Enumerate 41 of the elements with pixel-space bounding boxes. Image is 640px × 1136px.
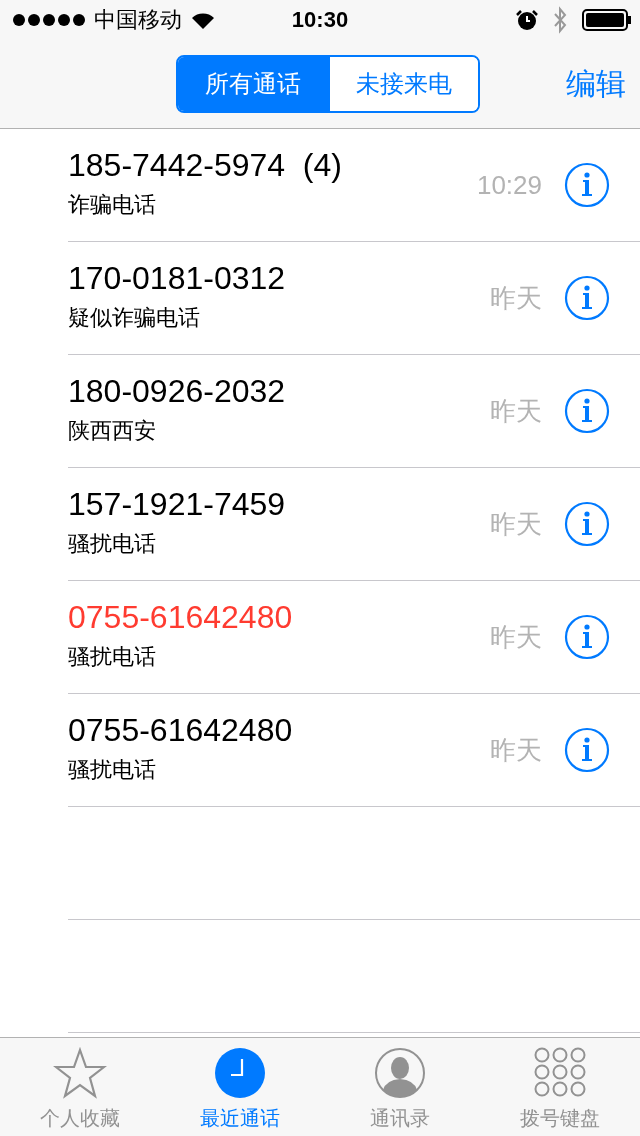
- tab-bar-item[interactable]: 最近通话: [160, 1038, 320, 1136]
- call-label: 诈骗电话: [68, 190, 157, 219]
- clock-icon: [214, 1047, 266, 1099]
- tab-bar-item[interactable]: 拨号键盘: [480, 1038, 640, 1136]
- phone-number: 170-0181-0312: [68, 259, 287, 297]
- segment-tab[interactable]: 所有通话: [178, 57, 328, 111]
- carrier-name: 中国移动: [94, 6, 182, 34]
- call-label: 陕西西安: [68, 416, 157, 445]
- call-time: 昨天: [490, 733, 542, 767]
- signal-icon: [12, 13, 86, 27]
- phone-number: 157-1921-7459: [68, 485, 287, 523]
- info-icon[interactable]: [564, 501, 610, 547]
- call-label: 骚扰电话: [68, 642, 157, 671]
- call-time: 昨天: [490, 394, 542, 428]
- tab-bar-item[interactable]: 个人收藏: [0, 1038, 160, 1136]
- info-icon[interactable]: [564, 727, 610, 773]
- call-time: 昨天: [490, 281, 542, 315]
- edit-button[interactable]: 编辑: [566, 63, 626, 105]
- bluetooth-icon: [552, 6, 568, 34]
- star-icon: [53, 1047, 107, 1099]
- phone-number: 185-7442-5974 (4): [68, 146, 343, 184]
- call-label: 疑似诈骗电话: [68, 303, 201, 332]
- info-icon[interactable]: [564, 275, 610, 321]
- info-icon[interactable]: [564, 614, 610, 660]
- call-time: 10:29: [476, 169, 542, 201]
- segment-tab[interactable]: 未接来电: [328, 57, 478, 111]
- info-icon[interactable]: [564, 388, 610, 434]
- battery-icon: [582, 9, 632, 31]
- call-time: 昨天: [490, 507, 542, 541]
- phone-number: 180-0926-2032: [68, 372, 287, 410]
- alarm-icon: [516, 9, 538, 31]
- contact-icon: [374, 1047, 426, 1099]
- phone-number: 0755-61642480: [68, 711, 294, 749]
- keypad-icon: [534, 1047, 586, 1099]
- phone-number: 0755-61642480: [68, 598, 294, 636]
- tab-bar-item[interactable]: 通讯录: [320, 1038, 480, 1136]
- call-label: 骚扰电话: [68, 755, 157, 784]
- call-time: 昨天: [490, 620, 542, 654]
- call-label: 骚扰电话: [68, 529, 157, 558]
- info-icon[interactable]: [564, 162, 610, 208]
- status-time: 10:30: [291, 7, 349, 33]
